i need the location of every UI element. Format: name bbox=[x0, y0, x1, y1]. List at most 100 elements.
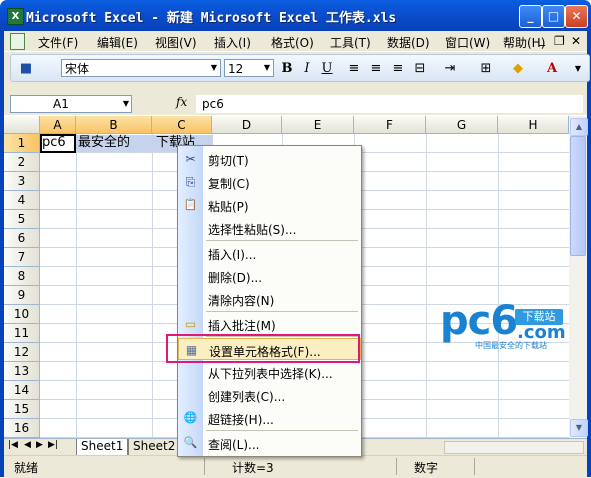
gridline bbox=[152, 134, 153, 438]
prev-sheet-icon[interactable]: ◀ bbox=[24, 440, 31, 450]
first-sheet-icon[interactable]: |◀ bbox=[8, 440, 18, 450]
watermark-logo: pc6 bbox=[440, 298, 518, 344]
merge-center-icon[interactable]: ⊟ bbox=[411, 60, 429, 78]
menu-separator bbox=[206, 430, 358, 431]
menu-item-copy[interactable]: ⎘ 复制(C) bbox=[178, 171, 361, 193]
menu-data[interactable]: 数据(D) bbox=[387, 34, 430, 51]
column-header-e[interactable]: E bbox=[282, 116, 354, 134]
italic-button[interactable]: I bbox=[298, 60, 316, 78]
menu-item-research[interactable]: 🔍 查阅(L)... bbox=[178, 432, 361, 454]
column-header-b[interactable]: B bbox=[76, 116, 152, 134]
horizontal-scrollbar[interactable] bbox=[444, 441, 584, 454]
doc-minimize-button[interactable]: _ bbox=[539, 32, 545, 46]
bold-button[interactable]: B bbox=[278, 60, 296, 78]
align-right-icon[interactable]: ≡ bbox=[389, 60, 407, 78]
row-header[interactable]: 15 bbox=[4, 400, 40, 419]
context-menu: ✂ 剪切(T) ⎘ 复制(C) 📋 粘贴(P) 选择性粘贴(S)... 插入(I… bbox=[177, 145, 362, 457]
scroll-up-icon[interactable]: ▲ bbox=[570, 118, 588, 136]
menu-item-paste[interactable]: 📋 粘贴(P) bbox=[178, 194, 361, 216]
last-sheet-icon[interactable]: ▶| bbox=[48, 440, 58, 450]
menu-item-cut[interactable]: ✂ 剪切(T) bbox=[178, 148, 361, 170]
scroll-thumb[interactable] bbox=[570, 136, 586, 256]
row-header[interactable]: 5 bbox=[4, 210, 40, 229]
tab-sheet2[interactable]: Sheet2 bbox=[128, 439, 181, 456]
doc-close-button[interactable]: ✕ bbox=[571, 34, 581, 48]
row-header[interactable]: 9 bbox=[4, 286, 40, 305]
menu-item-label: 查阅(L)... bbox=[208, 438, 260, 452]
font-name-select[interactable]: 宋体 ▼ bbox=[61, 59, 221, 77]
menu-item-hyperlink[interactable]: 🌐 超链接(H)... bbox=[178, 407, 361, 429]
menu-item-label: 清除内容(N) bbox=[208, 294, 275, 308]
status-separator bbox=[396, 458, 397, 475]
row-header[interactable]: 12 bbox=[4, 343, 40, 362]
cell-b1[interactable]: 最安全的 bbox=[78, 134, 152, 152]
tab-sheet1[interactable]: Sheet1 bbox=[76, 439, 129, 456]
insert-function-button[interactable]: fx bbox=[176, 95, 187, 109]
workbook-icon[interactable] bbox=[10, 33, 25, 50]
menu-item-label: 超链接(H)... bbox=[208, 413, 274, 427]
row-header[interactable]: 16 bbox=[4, 419, 40, 438]
toolbar-options-icon[interactable]: ▼ bbox=[569, 60, 587, 78]
menu-item-paste-special[interactable]: 选择性粘贴(S)... bbox=[178, 217, 361, 239]
menu-window[interactable]: 窗口(W) bbox=[445, 34, 490, 51]
column-header-a[interactable]: A bbox=[40, 116, 76, 134]
column-header-c[interactable]: C bbox=[152, 116, 212, 134]
row-header[interactable]: 13 bbox=[4, 362, 40, 381]
menu-insert[interactable]: 插入(I) bbox=[214, 34, 251, 51]
doc-restore-button[interactable]: ❐ bbox=[554, 34, 565, 48]
menu-item-delete[interactable]: 删除(D)... bbox=[178, 265, 361, 287]
menu-file[interactable]: 文件(F) bbox=[38, 34, 78, 51]
menu-item-insert-comment[interactable]: ▭ 插入批注(M) bbox=[178, 313, 361, 335]
title-bar: X Microsoft Excel - 新建 Microsoft Excel 工… bbox=[0, 0, 591, 31]
menu-item-clear-contents[interactable]: 清除内容(N) bbox=[178, 288, 361, 310]
menu-format[interactable]: 格式(O) bbox=[271, 34, 314, 51]
borders-icon[interactable]: ⊞ bbox=[477, 60, 495, 78]
maximize-button[interactable]: □ bbox=[542, 5, 565, 28]
menu-edit[interactable]: 编辑(E) bbox=[97, 34, 138, 51]
font-color-icon[interactable]: A bbox=[543, 60, 561, 78]
select-all-corner[interactable] bbox=[4, 116, 40, 134]
column-header-h[interactable]: H bbox=[498, 116, 569, 134]
row-header[interactable]: 2 bbox=[4, 153, 40, 172]
row-header[interactable]: 1 bbox=[4, 134, 40, 153]
row-header[interactable]: 10 bbox=[4, 305, 40, 324]
name-box[interactable]: A1 ▼ bbox=[10, 95, 132, 113]
underline-button[interactable]: U bbox=[318, 60, 336, 78]
menu-item-insert[interactable]: 插入(I)... bbox=[178, 242, 361, 264]
row-header[interactable]: 7 bbox=[4, 248, 40, 267]
excel-app-icon[interactable]: X bbox=[7, 8, 24, 25]
scroll-down-icon[interactable]: ▼ bbox=[570, 419, 588, 437]
chevron-down-icon: ▼ bbox=[122, 99, 129, 108]
column-header-f[interactable]: F bbox=[354, 116, 426, 134]
vertical-scrollbar[interactable]: ▲ ▼ bbox=[569, 116, 588, 438]
menu-item-create-list[interactable]: 创建列表(C)... bbox=[178, 384, 361, 406]
research-icon: 🔍 bbox=[183, 436, 198, 449]
row-header[interactable]: 8 bbox=[4, 267, 40, 286]
close-button[interactable]: ✕ bbox=[565, 5, 588, 28]
chevron-down-icon: ▼ bbox=[210, 63, 218, 72]
font-size-select[interactable]: 12 ▼ bbox=[224, 59, 274, 77]
row-header[interactable]: 14 bbox=[4, 381, 40, 400]
minimize-button[interactable]: _ bbox=[519, 5, 542, 28]
menu-view[interactable]: 视图(V) bbox=[155, 34, 197, 51]
menu-item-label: 复制(C) bbox=[208, 177, 250, 191]
formula-input[interactable]: pc6 bbox=[196, 95, 583, 113]
status-num-lock: 数字 bbox=[414, 461, 439, 475]
column-header-g[interactable]: G bbox=[426, 116, 498, 134]
save-icon[interactable]: ■ bbox=[17, 60, 35, 78]
status-separator bbox=[474, 458, 475, 475]
menu-tools[interactable]: 工具(T) bbox=[330, 34, 371, 51]
copy-icon: ⎘ bbox=[185, 175, 196, 189]
row-header[interactable]: 6 bbox=[4, 229, 40, 248]
column-header-d[interactable]: D bbox=[212, 116, 282, 134]
menu-item-pick-from-list[interactable]: 从下拉列表中选择(K)... bbox=[178, 361, 361, 383]
row-header[interactable]: 3 bbox=[4, 172, 40, 191]
row-header[interactable]: 11 bbox=[4, 324, 40, 343]
indent-icon[interactable]: ⇥ bbox=[441, 60, 459, 78]
row-header[interactable]: 4 bbox=[4, 191, 40, 210]
menu-bar: 文件(F) 编辑(E) 视图(V) 插入(I) 格式(O) 工具(T) 数据(D… bbox=[4, 31, 587, 51]
align-center-icon[interactable]: ≡ bbox=[367, 60, 385, 78]
next-sheet-icon[interactable]: ▶ bbox=[36, 440, 43, 450]
align-left-icon[interactable]: ≡ bbox=[345, 60, 363, 78]
fill-color-icon[interactable]: ◆ bbox=[509, 60, 527, 78]
